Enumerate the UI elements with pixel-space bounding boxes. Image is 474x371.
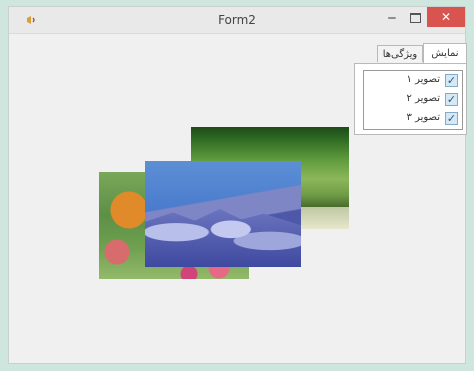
list-item[interactable]: تصویر ۳ ✓	[364, 110, 462, 128]
tab-strip: ویژگی‌ها نمایش	[355, 41, 467, 63]
maximize-button[interactable]	[403, 9, 427, 27]
list-item-label: تصویر ۳	[406, 112, 440, 123]
list-item-label: تصویر ۲	[406, 93, 440, 104]
checkbox-checked-icon[interactable]: ✓	[445, 74, 458, 87]
checkbox-checked-icon[interactable]: ✓	[445, 112, 458, 125]
list-item[interactable]: تصویر ۲ ✓	[364, 91, 462, 109]
title-bar[interactable]: Form2 ‒ ✕	[9, 7, 465, 34]
checked-list-box[interactable]: تصویر ۱ ✓ تصویر ۲ ✓ تصویر ۳ ✓	[363, 70, 463, 130]
image-mountain	[145, 161, 301, 267]
tab-properties[interactable]: ویژگی‌ها	[377, 45, 423, 62]
checkbox-checked-icon[interactable]: ✓	[445, 93, 458, 106]
tab-panel-display: تصویر ۱ ✓ تصویر ۲ ✓ تصویر ۳ ✓	[354, 63, 467, 135]
minimize-button[interactable]: ‒	[380, 9, 404, 27]
form-window: Form2 ‒ ✕ ویژگی‌ها نمایش تصویر ۱ ✓ تصویر…	[8, 6, 467, 364]
tab-display[interactable]: نمایش	[423, 43, 467, 63]
list-item-label: تصویر ۱	[406, 74, 440, 85]
close-button[interactable]: ✕	[427, 7, 465, 27]
list-item[interactable]: تصویر ۱ ✓	[364, 72, 462, 90]
